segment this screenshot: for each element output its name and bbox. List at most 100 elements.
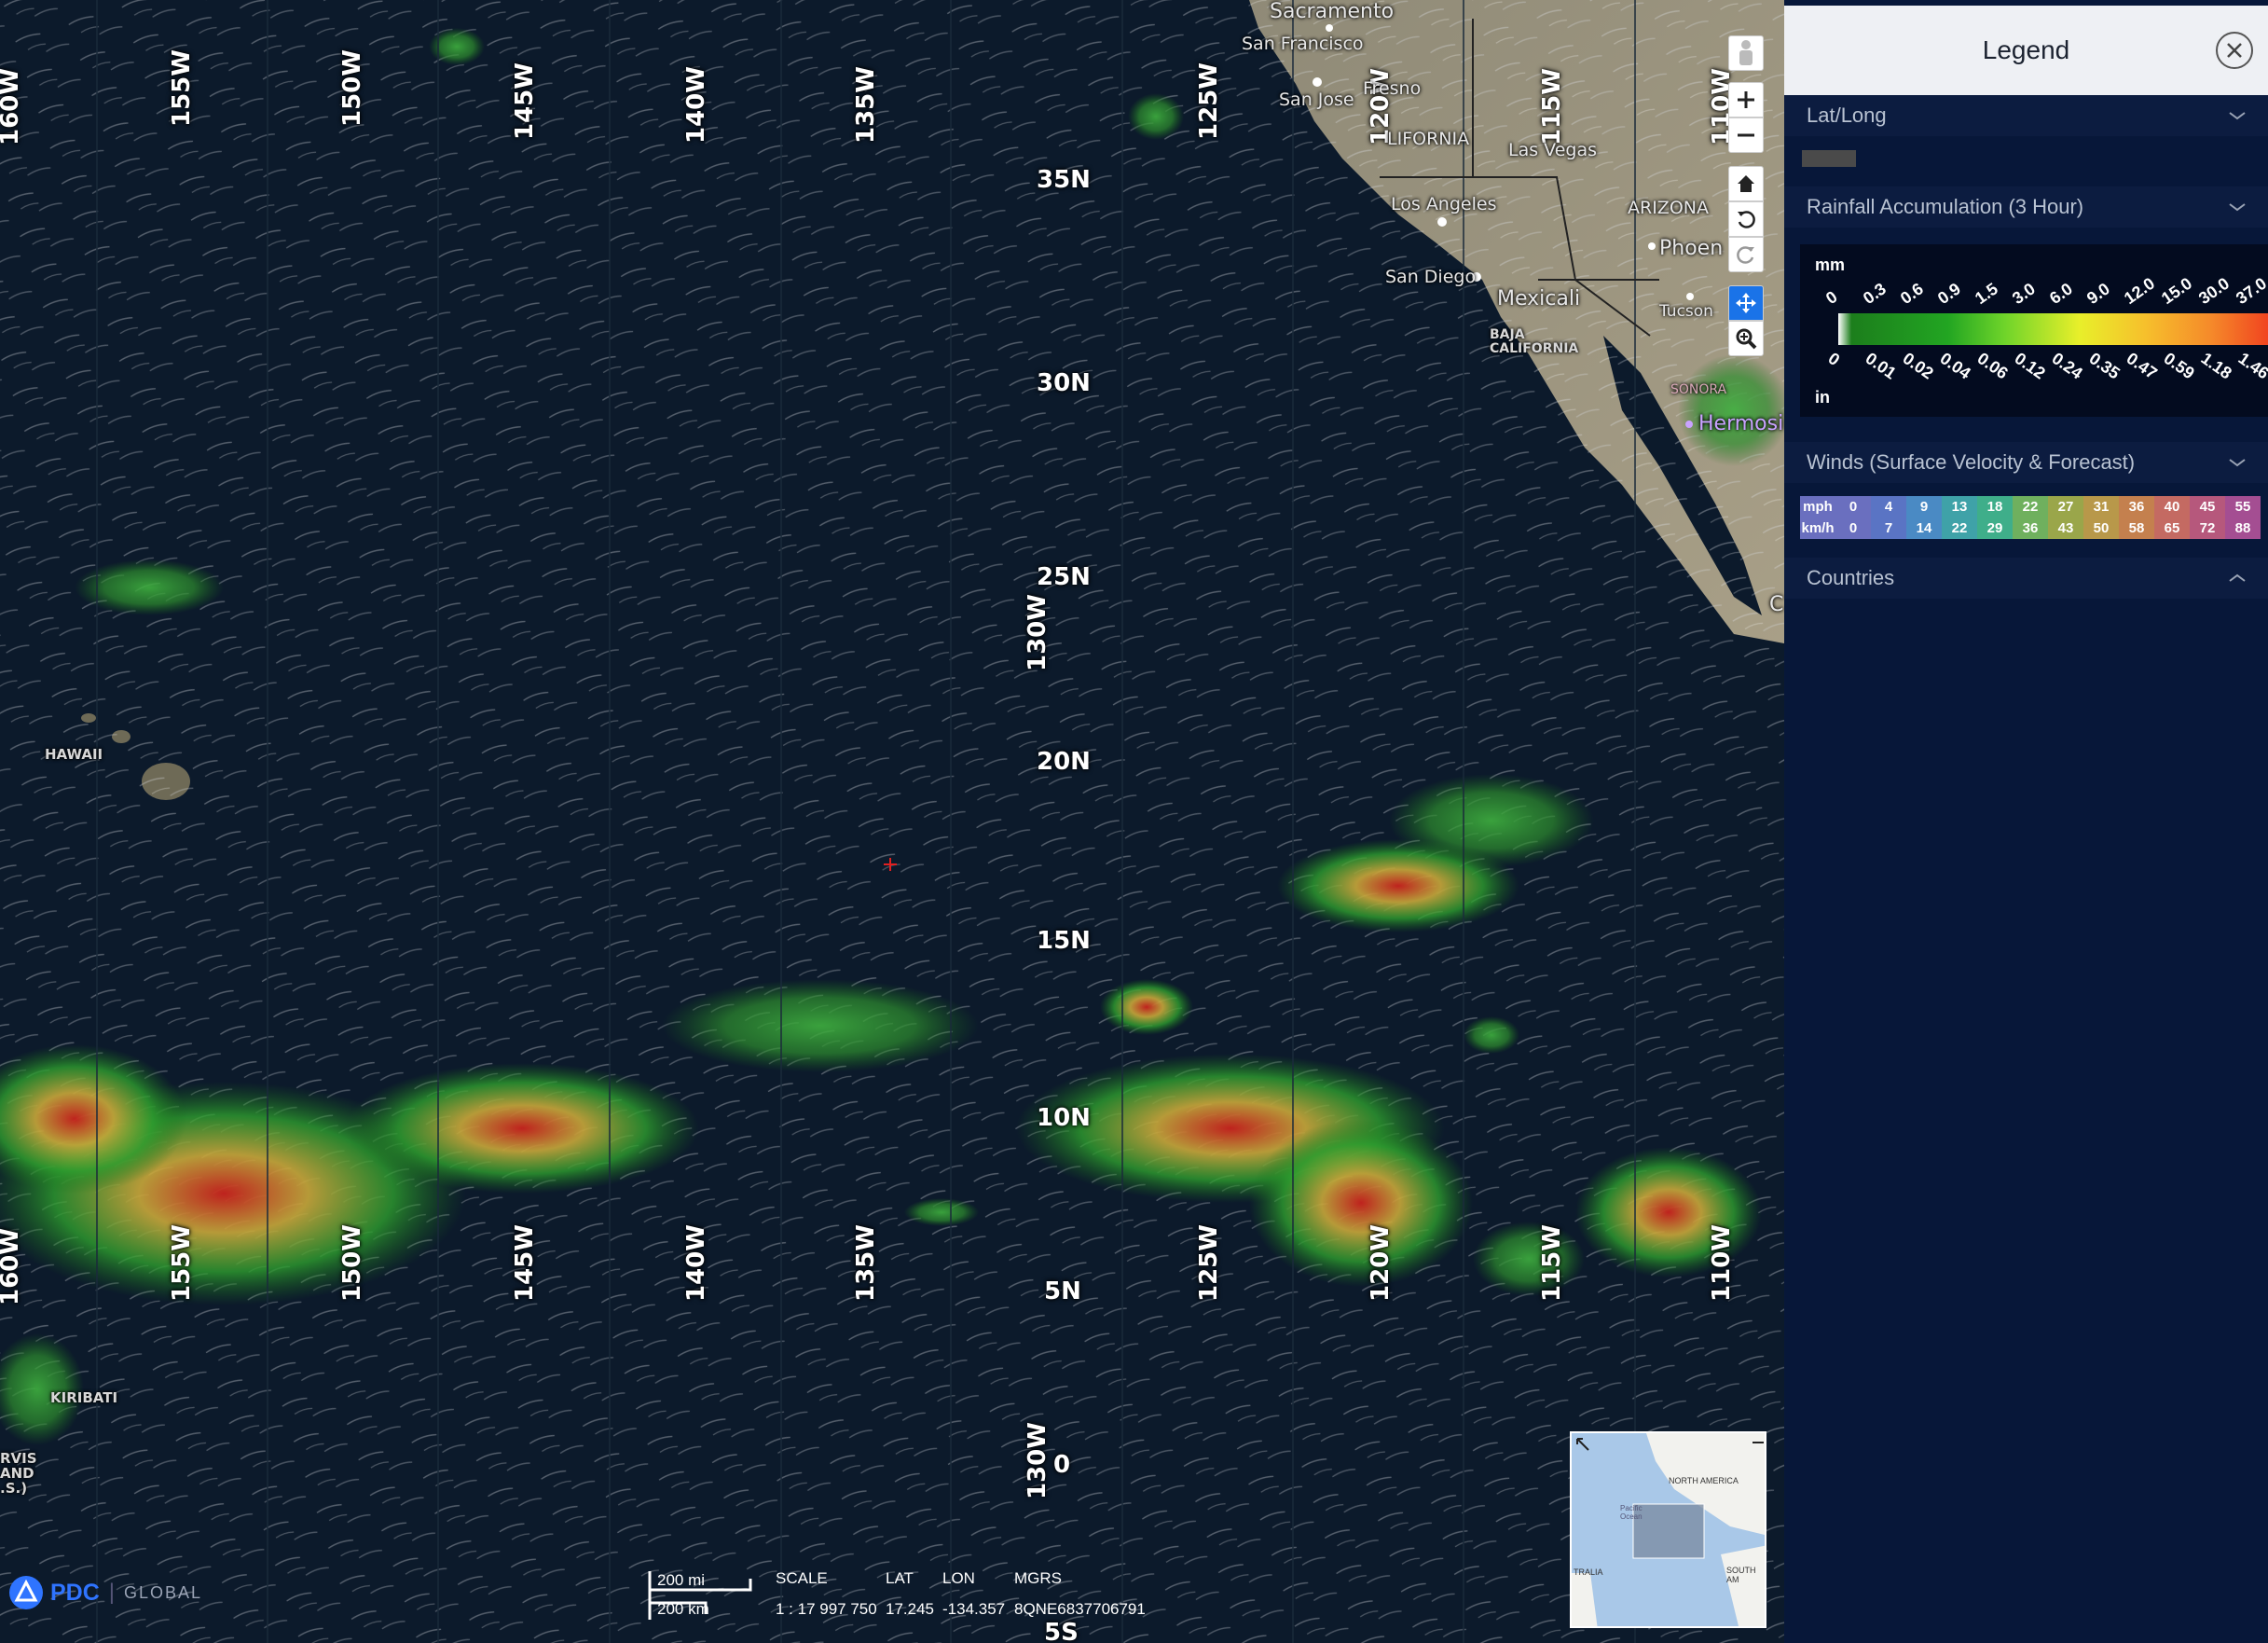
lon-label: 120W bbox=[1367, 1224, 1395, 1302]
place-fresno: Fresno bbox=[1363, 78, 1422, 99]
wind-scale-cell: 58 bbox=[2119, 518, 2154, 539]
overview-label-pacific: Pacific Ocean bbox=[1620, 1504, 1643, 1521]
zoom-in-button[interactable] bbox=[1728, 82, 1764, 117]
lon-label-130w: 130W bbox=[1024, 594, 1052, 671]
wind-scale-cell: 27 bbox=[2048, 496, 2083, 518]
wind-scale-cell: 55 bbox=[2225, 496, 2261, 518]
wind-scale-cell: 22 bbox=[1942, 518, 1977, 539]
minus-icon bbox=[1738, 133, 1754, 137]
place-san-diego: San Diego bbox=[1385, 267, 1477, 287]
lon-label-status: LON bbox=[942, 1569, 975, 1587]
lat-label: 20N bbox=[1037, 748, 1091, 776]
wind-scale-cell: 45 bbox=[2190, 496, 2225, 518]
wind-scale-cell: 29 bbox=[1977, 518, 2013, 539]
chevron-down-icon bbox=[2229, 112, 2246, 120]
wind-scale-cell: 18 bbox=[1977, 496, 2013, 518]
lat-label: 10N bbox=[1037, 1104, 1091, 1132]
section-latlong[interactable]: Lat/Long bbox=[1784, 95, 2268, 136]
wind-scale-cell: 14 bbox=[1906, 518, 1942, 539]
legend-header: Legend bbox=[1784, 6, 2268, 95]
rotate-left-button[interactable] bbox=[1728, 201, 1764, 237]
wind-scale-cell: 9 bbox=[1906, 496, 1942, 518]
overview-map[interactable]: NORTH AMERICA SOUTH AM TRALIA Pacific Oce… bbox=[1570, 1431, 1766, 1628]
rain-mm-tick: 30.0 bbox=[2194, 273, 2234, 309]
chevron-up-icon bbox=[2229, 573, 2246, 582]
lat-label: 5N bbox=[1044, 1277, 1081, 1305]
map-view[interactable]: 160W 155W 150W 145W 140W 135W 125W 120W … bbox=[0, 0, 1784, 1643]
lat-label: 15N bbox=[1037, 927, 1091, 955]
wind-scale-cell: 50 bbox=[2083, 518, 2119, 539]
wind-scale-cell: 4 bbox=[1871, 496, 1906, 518]
lat-value: 17.245 bbox=[886, 1600, 934, 1618]
lon-label: 155W bbox=[168, 1224, 196, 1302]
place-sonora: SONORA bbox=[1670, 382, 1727, 397]
legend-title: Legend bbox=[1982, 35, 2070, 64]
person-icon bbox=[1739, 40, 1753, 65]
rain-in-tick: 0.06 bbox=[1973, 349, 2012, 383]
lon-label: 145W bbox=[511, 62, 539, 140]
rain-in-tick: 0.35 bbox=[2085, 349, 2124, 383]
section-winds[interactable]: Winds (Surface Velocity & Forecast) bbox=[1784, 442, 2268, 483]
lon-label: 150W bbox=[338, 49, 366, 127]
lat-label-status: LAT bbox=[886, 1569, 914, 1587]
scale-km: 200 km bbox=[657, 1600, 709, 1618]
pdc-logo: PDC | GLOBAL bbox=[7, 1574, 202, 1611]
section-rainfall[interactable]: Rainfall Accumulation (3 Hour) bbox=[1784, 186, 2268, 228]
rotate-right-button[interactable] bbox=[1728, 237, 1764, 272]
rain-mm-tick: 0.3 bbox=[1859, 279, 1890, 309]
lon-label: 140W bbox=[682, 66, 710, 144]
wind-scale-cell: 0 bbox=[1835, 496, 1871, 518]
zoom-box-button[interactable] bbox=[1728, 321, 1764, 356]
place-mexicali: Mexicali bbox=[1497, 287, 1581, 311]
logo-divider: | bbox=[108, 1580, 116, 1605]
rain-in-tick: 0.47 bbox=[2123, 349, 2161, 383]
plus-icon bbox=[1738, 91, 1754, 108]
place-california: LIFORNIA bbox=[1387, 129, 1470, 149]
lon-label: 135W bbox=[852, 1224, 880, 1302]
wind-unit-label: mph bbox=[1800, 496, 1835, 518]
wind-scale-cell: 36 bbox=[2013, 518, 2048, 539]
place-los-angeles: Los Angeles bbox=[1391, 194, 1497, 214]
rain-unit-in: in bbox=[1815, 388, 1830, 407]
magnifier-icon bbox=[1736, 328, 1757, 350]
lat-label: 25N bbox=[1037, 563, 1091, 591]
place-kiribati: KIRIBATI bbox=[50, 1389, 118, 1406]
lon-value: -134.357 bbox=[942, 1600, 1006, 1618]
lon-label: 160W bbox=[0, 1228, 24, 1305]
wind-scale-cell: 31 bbox=[2083, 496, 2119, 518]
overview-label-au: TRALIA bbox=[1574, 1567, 1603, 1577]
lon-label: 115W bbox=[1538, 1224, 1566, 1302]
section-label: Countries bbox=[1807, 566, 1895, 589]
wind-scale-cell: 88 bbox=[2225, 518, 2261, 539]
section-label: Winds (Surface Velocity & Forecast) bbox=[1807, 450, 2136, 474]
home-button[interactable] bbox=[1728, 166, 1764, 201]
lon-label: 125W bbox=[1195, 62, 1223, 140]
rain-mm-tick: 0.6 bbox=[1896, 279, 1927, 309]
overview-label-sa: SOUTH AM bbox=[1726, 1566, 1756, 1584]
rain-mm-tick: 3.0 bbox=[2008, 279, 2039, 309]
rain-unit-mm: mm bbox=[1815, 255, 1846, 274]
move-icon bbox=[1736, 293, 1756, 313]
close-legend-button[interactable] bbox=[2216, 32, 2253, 69]
rain-mm-tick: 15.0 bbox=[2157, 273, 2196, 309]
lon-label: 140W bbox=[682, 1224, 710, 1302]
place-c-edge: C bbox=[1769, 593, 1784, 616]
mgrs-label: MGRS bbox=[1014, 1569, 1062, 1587]
wind-scale-cell: 13 bbox=[1942, 496, 1977, 518]
street-view-button[interactable] bbox=[1728, 35, 1764, 71]
section-countries[interactable]: Countries bbox=[1784, 558, 2268, 599]
place-san-francisco: San Francisco bbox=[1242, 34, 1364, 54]
pan-button[interactable] bbox=[1728, 285, 1764, 321]
lat-label: 35N bbox=[1037, 166, 1091, 194]
lon-label: 110W bbox=[1708, 1224, 1736, 1302]
rainfall-scale: mm in 0 0.3 0.6 0.9 1.5 3.0 6.0 9.0 12.0 15.0 30.0… bbox=[1800, 244, 2268, 417]
place-baja: BAJA CALIFORNIA bbox=[1490, 327, 1579, 356]
place-jarvis: RVIS AND .S.) bbox=[0, 1450, 37, 1497]
rain-in-tick: 0.02 bbox=[1899, 349, 1937, 383]
lat-label: 0 bbox=[1053, 1451, 1071, 1479]
map-basemap bbox=[0, 0, 1784, 1643]
rain-mm-tick: 9.0 bbox=[2082, 279, 2113, 309]
zoom-out-button[interactable] bbox=[1728, 117, 1764, 153]
rain-in-tick: 1.46 bbox=[2234, 349, 2268, 383]
rotate-ccw-icon bbox=[1738, 211, 1755, 228]
